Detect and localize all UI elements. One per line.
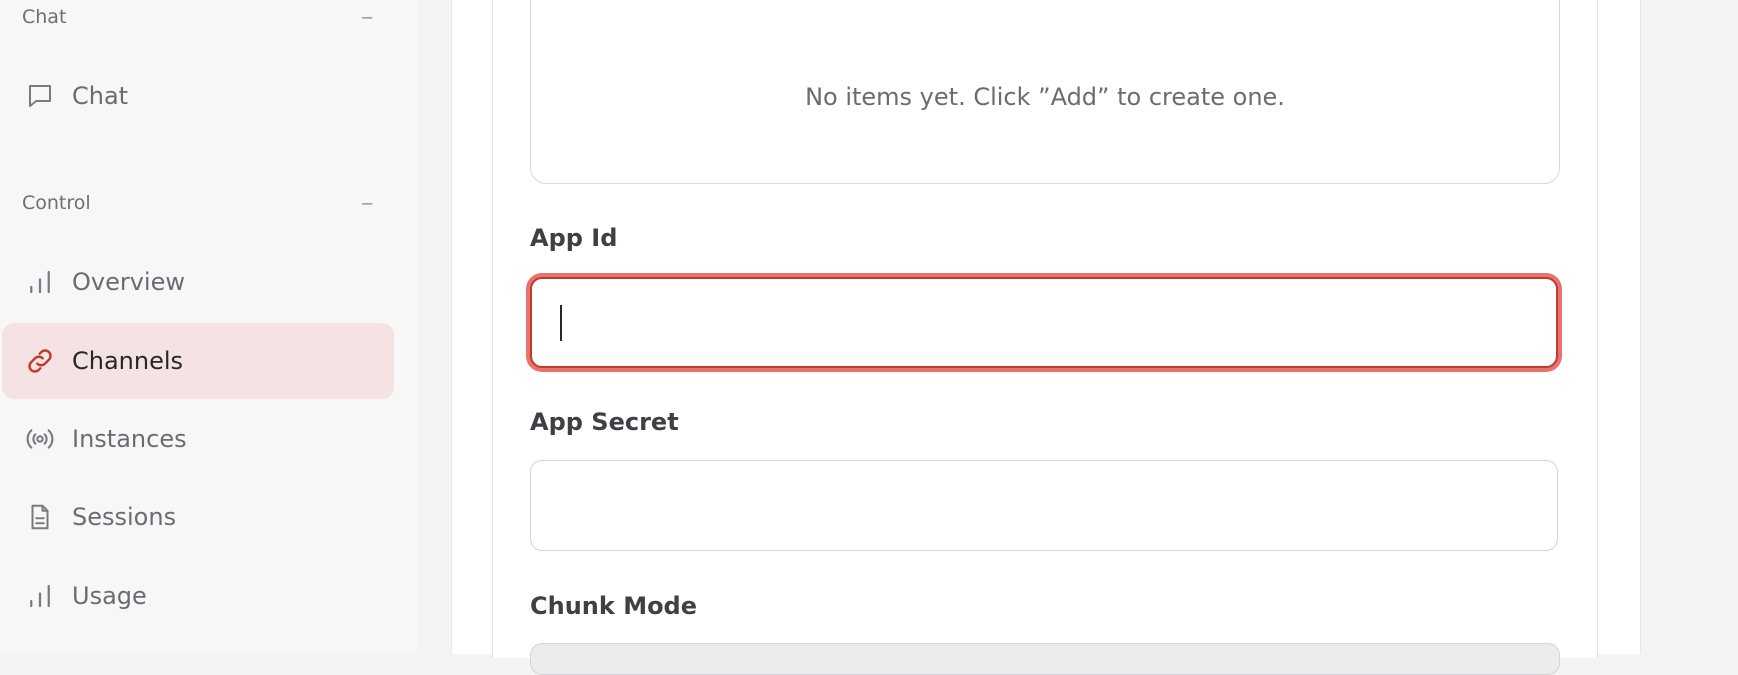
sidebar-item-instances[interactable]: Instances	[2, 401, 394, 477]
empty-state-box: No items yet. Click ”Add” to create one.	[530, 0, 1560, 184]
radio-broadcast-icon	[22, 421, 58, 457]
collapse-icon[interactable]: −	[361, 194, 374, 213]
sidebar-item-chat[interactable]: Chat	[2, 58, 394, 134]
bar-chart-icon	[22, 578, 58, 614]
sidebar: Chat − Chat Control − Overview Channels	[0, 0, 418, 654]
sidebar-item-label: Overview	[72, 268, 185, 296]
sidebar-item-sessions[interactable]: Sessions	[2, 479, 394, 555]
app-secret-input[interactable]	[530, 460, 1558, 551]
link-icon	[22, 343, 58, 379]
collapse-icon[interactable]: −	[361, 8, 374, 27]
section-title: Control	[22, 192, 91, 214]
sidebar-item-label: Sessions	[72, 503, 177, 531]
section-header-chat[interactable]: Chat −	[22, 3, 374, 31]
message-square-icon	[22, 78, 58, 114]
bar-chart-icon	[22, 264, 58, 300]
section-title: Chat	[22, 6, 67, 28]
chunk-mode-select[interactable]	[530, 643, 1560, 675]
sidebar-item-label: Usage	[72, 582, 147, 610]
sidebar-item-label: Channels	[72, 347, 184, 375]
text-caret	[560, 305, 562, 341]
empty-state-text: No items yet. Click ”Add” to create one.	[805, 83, 1285, 111]
file-text-icon	[22, 499, 58, 535]
sidebar-item-usage[interactable]: Usage	[2, 558, 394, 634]
app-secret-label: App Secret	[530, 408, 679, 436]
sidebar-item-channels[interactable]: Channels	[2, 323, 394, 399]
chunk-mode-label: Chunk Mode	[530, 592, 698, 620]
app-id-label: App Id	[530, 224, 618, 252]
sidebar-item-label: Instances	[72, 425, 187, 453]
section-header-control[interactable]: Control −	[22, 189, 374, 217]
sidebar-item-overview[interactable]: Overview	[2, 244, 394, 320]
sidebar-item-label: Chat	[72, 82, 129, 110]
app-id-input[interactable]	[530, 277, 1558, 368]
